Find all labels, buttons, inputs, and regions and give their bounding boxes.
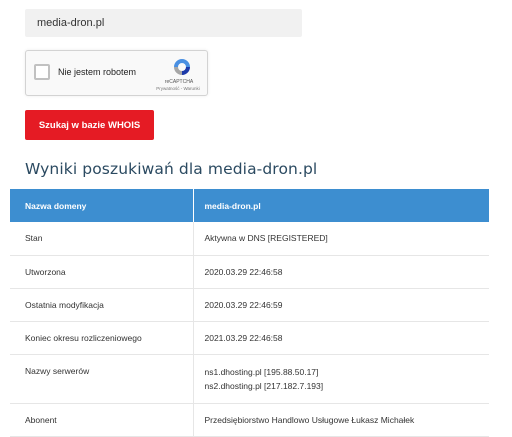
table-row: Nazwy serwerów ns1.dhosting.pl [195.88.5… bbox=[10, 354, 489, 404]
row-value: 2020.03.29 22:46:58 bbox=[192, 255, 489, 289]
table-row: Utworzona 2020.03.29 22:46:58 bbox=[10, 255, 489, 289]
row-label: Nazwy serwerów bbox=[10, 354, 193, 404]
recaptcha-label: Nie jestem robotem bbox=[58, 67, 137, 77]
table-row: Koniec okresu rozliczeniowego 2021.03.29… bbox=[10, 321, 489, 355]
row-label: Ostatnia modyfikacja bbox=[10, 288, 193, 322]
recaptcha-checkbox[interactable] bbox=[34, 64, 50, 80]
table-header-row: Nazwa domeny media-dron.pl bbox=[10, 189, 489, 222]
table-row: Abonent Przedsiębiorstwo Handlowo Usługo… bbox=[10, 403, 489, 437]
results-title: Wyniki poszukiwań dla media-dron.pl bbox=[25, 160, 318, 178]
nameserver-2: ns2.dhosting.pl [217.182.7.193] bbox=[204, 380, 324, 391]
row-value: Przedsiębiorstwo Handlowo Usługowe Łukas… bbox=[192, 403, 489, 437]
column-header-domain-name: Nazwa domeny bbox=[10, 189, 193, 222]
column-header-domain-value: media-dron.pl bbox=[192, 189, 489, 222]
whois-search-button[interactable]: Szukaj w bazie WHOIS bbox=[25, 110, 154, 140]
nameserver-1: ns1.dhosting.pl [195.88.50.17] bbox=[204, 366, 319, 377]
row-label: Stan bbox=[10, 222, 193, 256]
recaptcha-widget: Nie jestem robotem reCAPTCHA Prywatność … bbox=[25, 50, 208, 96]
whois-results-table: Nazwa domeny media-dron.pl Stan Aktywna … bbox=[10, 189, 489, 437]
table-row: Ostatnia modyfikacja 2020.03.29 22:46:59 bbox=[10, 288, 489, 322]
row-value: Aktywna w DNS [REGISTERED] bbox=[192, 222, 489, 256]
row-value: ns1.dhosting.pl [195.88.50.17] ns2.dhost… bbox=[192, 354, 489, 404]
recaptcha-links[interactable]: Prywatność - Warunki bbox=[148, 86, 208, 91]
row-label: Abonent bbox=[10, 403, 193, 437]
table-row: Stan Aktywna w DNS [REGISTERED] bbox=[10, 222, 489, 256]
domain-search-input[interactable] bbox=[25, 9, 302, 37]
recaptcha-icon bbox=[174, 59, 190, 75]
row-value: 2021.03.29 22:46:58 bbox=[192, 321, 489, 355]
row-value: 2020.03.29 22:46:59 bbox=[192, 288, 489, 322]
row-label: Utworzona bbox=[10, 255, 193, 289]
recaptcha-brand: reCAPTCHA bbox=[164, 79, 194, 85]
row-label: Koniec okresu rozliczeniowego bbox=[10, 321, 193, 355]
